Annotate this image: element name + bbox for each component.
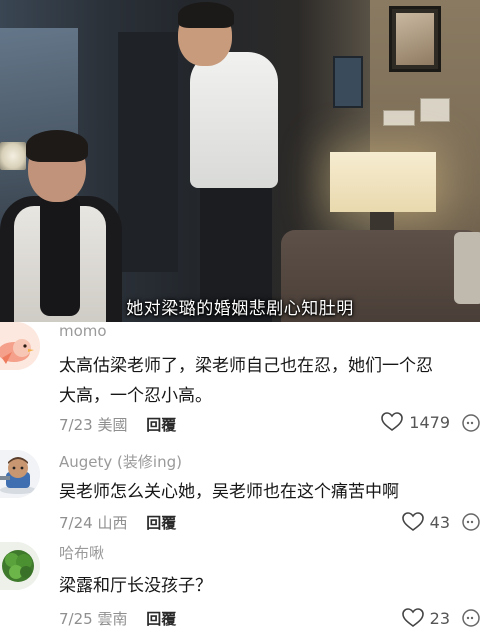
more-options-icon[interactable] [462,513,480,531]
comment-meta: 7/23 美國 回覆 [59,414,176,435]
photo-frame [389,6,441,72]
like-count: 43 [429,512,450,532]
cartoon-bird-avatar-icon[interactable] [0,322,40,370]
like-button[interactable]: 23 [401,608,450,628]
video-frame[interactable]: 她对梁璐的婚姻悲剧心知肚明 [0,0,480,322]
lamp-base [370,212,394,232]
cartoon-character-avatar-icon[interactable] [0,450,40,498]
comment-location: 雲南 [97,610,128,628]
reply-button[interactable]: 回覆 [146,514,176,532]
wall-panel [420,98,450,122]
comment-date: 7/25 [59,610,93,628]
like-button[interactable]: 1479 [381,412,450,432]
comment-text-line: 吴老师怎么关心她，吴老师也在这个痛苦中啊 [59,482,399,502]
comment-date: 7/23 [59,416,93,434]
like-count: 1479 [409,412,450,432]
reply-button[interactable]: 回覆 [146,416,176,434]
comment-text-line: 太高估梁老师了，梁老师自己也在忍，她们一个忍 [59,356,433,376]
like-button[interactable]: 43 [401,512,450,532]
comment-username[interactable]: momo [59,322,107,340]
lampshade [330,152,436,212]
green-plant-avatar-icon[interactable] [0,542,40,590]
comment-meta: 7/24 山西 回覆 [59,512,176,533]
doorway [118,32,178,272]
comment-item: 哈布啾 梁露和厅长没孩子？ 7/25 雲南 回覆 23 [0,542,480,641]
small-frame [333,56,363,108]
more-options-icon[interactable] [462,609,480,627]
more-options-icon[interactable] [462,414,480,432]
heart-outline-icon [401,608,424,627]
left-lamp [0,142,26,170]
like-count: 23 [429,608,450,628]
heart-outline-icon [401,512,424,531]
comment-text-line: 梁露和厅长没孩子？ [59,576,212,596]
man-figure-hair [178,2,234,28]
video-subtitle: 她对梁璐的婚姻悲剧心知肚明 [126,299,354,319]
wall-switch [383,110,415,126]
comment-text-line: 大高，一个忍小高。 [59,386,212,406]
comment-meta: 7/25 雲南 回覆 [59,608,176,629]
woman-figure-hair [26,130,88,162]
comment-username[interactable]: Augety (装修ing) [59,451,182,472]
comment-location: 山西 [97,514,128,532]
comment-date: 7/24 [59,514,93,532]
comment-item: Augety (装修ing) 吴老师怎么关心她，吴老师也在这个痛苦中啊 7/24… [0,450,480,540]
comment-username[interactable]: 哈布啾 [59,542,104,563]
man-figure-shirt [190,52,278,188]
reply-button[interactable]: 回覆 [146,610,176,628]
comment-item: momo 太高估梁老师了，梁老师自己也在忍，她们一个忍 大高，一个忍小高。 7/… [0,322,480,440]
comment-location: 美國 [97,416,128,434]
heart-outline-icon [381,412,404,431]
